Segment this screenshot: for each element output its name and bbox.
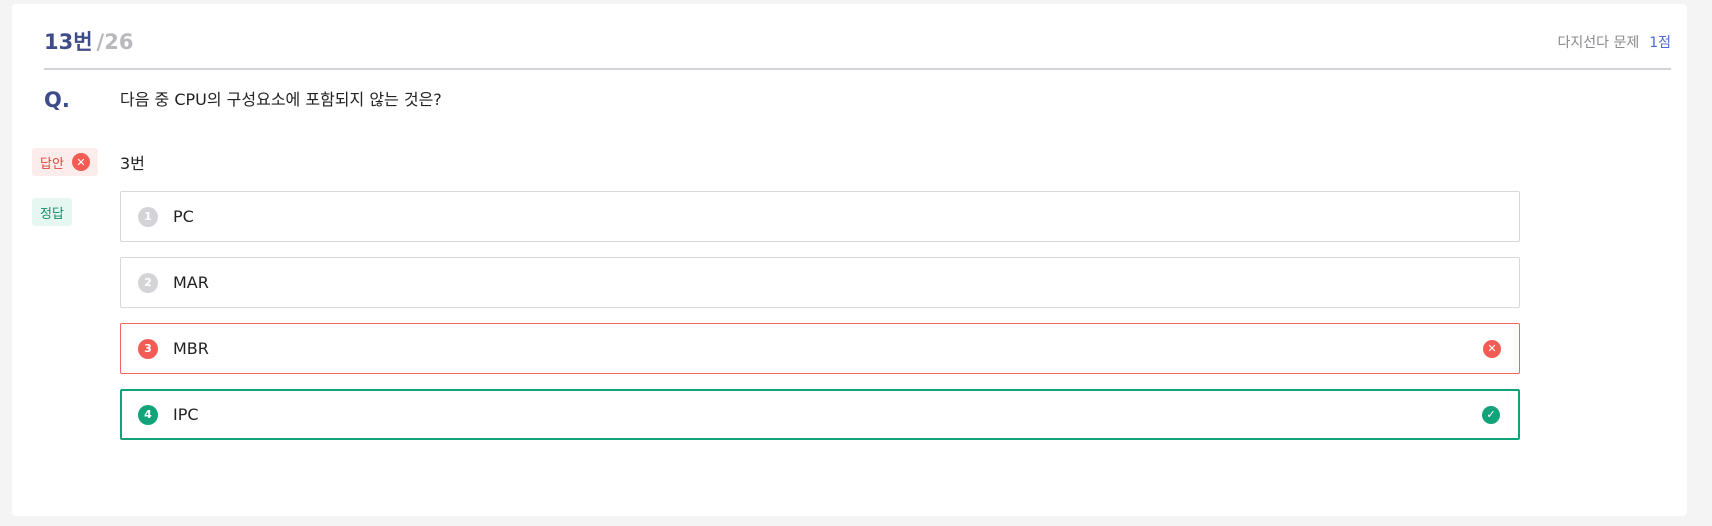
option-text: MAR	[173, 273, 209, 292]
option-number-badge: 3	[138, 338, 158, 359]
question-header: 13번/26 다지선다 문제 1점	[44, 26, 1671, 70]
option-2[interactable]: 2 MAR	[120, 257, 1520, 308]
question-number-current: 13번	[44, 30, 93, 54]
option-number-badge: 2	[138, 272, 158, 293]
question-type: 다지선다 문제	[1557, 35, 1640, 51]
x-circle-icon: ✕	[1483, 339, 1501, 358]
option-number-badge: 1	[138, 206, 158, 227]
option-number-badge: 4	[138, 404, 158, 425]
correct-answer-tag-label: 정답	[40, 206, 64, 222]
answer-value: 3번	[120, 154, 145, 173]
options-list: 1 PC 2 MAR 3 MBR ✕ 4 IPC ✓	[120, 191, 1520, 455]
question-number: 13번/26	[44, 26, 133, 56]
question-label: Q.	[44, 88, 70, 112]
answer-tag-label: 답안	[40, 156, 64, 172]
question-points: 1점	[1649, 35, 1671, 51]
option-3[interactable]: 3 MBR ✕	[120, 323, 1520, 374]
option-text: IPC	[173, 405, 199, 424]
question-number-total: /26	[96, 30, 134, 54]
answer-tag: 답안 ✕	[32, 148, 98, 176]
option-text: MBR	[173, 339, 209, 358]
x-circle-icon: ✕	[71, 153, 90, 171]
option-text: PC	[173, 207, 194, 226]
question-text: 다음 중 CPU의 구성요소에 포함되지 않는 것은?	[120, 90, 442, 109]
check-circle-icon: ✓	[1482, 405, 1500, 424]
correct-answer-tag: 정답	[32, 198, 72, 226]
option-1[interactable]: 1 PC	[120, 191, 1520, 242]
option-4[interactable]: 4 IPC ✓	[120, 389, 1520, 440]
question-meta: 다지선다 문제 1점	[1557, 32, 1671, 52]
